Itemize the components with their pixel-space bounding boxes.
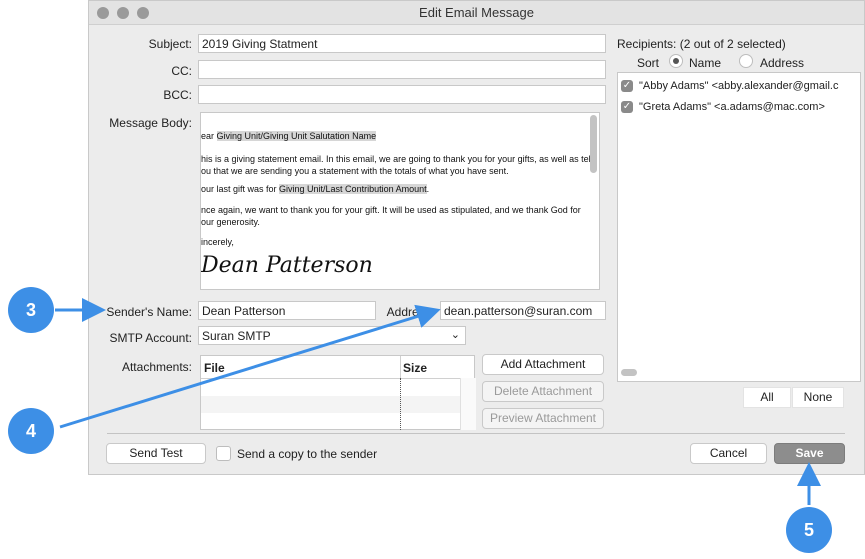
callout-5: 5 [786, 507, 832, 553]
arrow-4 [59, 304, 441, 429]
annotation-arrows [55, 298, 821, 505]
callout-3: 3 [8, 287, 54, 333]
callout-4: 4 [8, 408, 54, 454]
